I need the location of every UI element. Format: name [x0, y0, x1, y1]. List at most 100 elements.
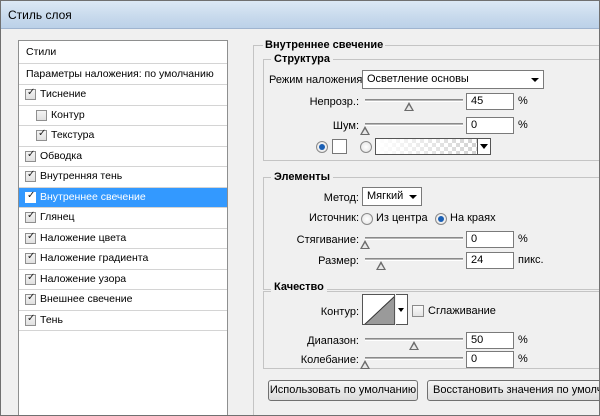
gradient-radio[interactable] — [360, 141, 372, 153]
jitter-input[interactable]: 0 — [466, 351, 514, 368]
style-item[interactable]: Тень — [19, 310, 227, 331]
style-item[interactable]: Внутренняя тень — [19, 167, 227, 188]
range-input[interactable]: 50 — [466, 332, 514, 349]
style-item-checkbox[interactable] — [36, 109, 47, 121]
noise-input[interactable]: 0 — [466, 117, 514, 134]
chevron-down-icon — [531, 78, 539, 82]
choke-value: 0 — [471, 233, 478, 245]
styles-header[interactable]: Стили — [19, 41, 227, 64]
chevron-down-icon — [409, 195, 417, 199]
source-edge-label[interactable]: На краях — [450, 212, 496, 224]
source-center-label[interactable]: Из центра — [376, 212, 428, 224]
choke-label: Стягивание: — [296, 234, 359, 246]
style-item-label: Внутреннее свечение — [40, 190, 146, 203]
contour-curve-icon — [364, 296, 394, 324]
noise-slider[interactable] — [365, 123, 463, 126]
source-edge-radio[interactable] — [435, 213, 447, 225]
style-item-checkbox[interactable] — [25, 149, 36, 162]
contour-label: Контур: — [320, 306, 359, 318]
opacity-slider-thumb[interactable] — [404, 102, 415, 111]
style-item-label: Обводка — [40, 149, 83, 162]
style-item-checkbox[interactable] — [25, 231, 36, 244]
style-item-checkbox[interactable] — [25, 87, 36, 100]
structure-title: Структура — [271, 53, 333, 65]
make-default-label: Использовать по умолчанию — [269, 384, 417, 396]
choke-unit: % — [518, 233, 528, 245]
style-item-label: Наложение градиента — [40, 252, 149, 264]
style-item[interactable]: Внешнее свечение — [19, 290, 227, 311]
range-slider-thumb[interactable] — [409, 341, 419, 350]
blend-mode-value: Осветление основы — [367, 73, 469, 85]
method-dropdown[interactable]: Мягкий — [362, 187, 422, 206]
source-center-radio[interactable] — [361, 213, 373, 225]
choke-slider[interactable] — [365, 237, 463, 240]
noise-value: 0 — [471, 119, 478, 131]
style-item-label: Наложение узора — [40, 272, 127, 285]
choke-slider-thumb[interactable] — [360, 240, 370, 249]
divider — [253, 45, 254, 415]
style-item-label: Внешнее свечение — [40, 293, 133, 305]
style-item[interactable]: Обводка — [19, 146, 227, 167]
noise-slider-thumb[interactable] — [360, 126, 370, 135]
range-unit: % — [518, 334, 528, 346]
opacity-unit: % — [518, 95, 528, 107]
jitter-label: Колебание: — [300, 354, 359, 366]
contour-picker-button[interactable] — [396, 294, 408, 325]
style-item-checkbox[interactable] — [25, 210, 36, 223]
style-item-checkbox[interactable] — [25, 292, 36, 305]
style-item[interactable]: Текстура — [19, 126, 227, 147]
styles-header-label: Стили — [26, 46, 57, 58]
style-item-checkbox[interactable] — [25, 272, 36, 285]
blending-options-label: Параметры наложения: по умолчанию — [26, 68, 214, 80]
reset-default-label: Восстановить значения по умолчанию — [433, 384, 599, 396]
style-item[interactable]: Глянец — [19, 208, 227, 229]
style-item-label: Текстура — [51, 129, 95, 141]
style-item-label: Наложение цвета — [40, 231, 127, 244]
range-value: 50 — [471, 334, 484, 346]
style-item[interactable]: Наложение узора — [19, 269, 227, 290]
method-value: Мягкий — [367, 190, 404, 202]
style-item-label: Контур — [51, 108, 85, 121]
size-input[interactable]: 24 — [466, 252, 514, 269]
make-default-button[interactable]: Использовать по умолчанию — [268, 380, 418, 401]
opacity-input[interactable]: 45 — [466, 93, 514, 110]
blend-mode-dropdown[interactable]: Осветление основы — [362, 70, 544, 89]
reset-default-button[interactable]: Восстановить значения по умолчанию — [427, 380, 599, 401]
style-item[interactable]: Контур — [19, 105, 227, 126]
style-item-checkbox[interactable] — [25, 169, 36, 182]
noise-label: Шум: — [332, 120, 359, 132]
gradient-picker-button[interactable] — [477, 139, 490, 154]
opacity-label: Непрозр.: — [309, 96, 359, 108]
window-title: Стиль слоя — [8, 8, 72, 22]
antialias-checkbox[interactable] — [412, 305, 424, 317]
style-item-checkbox[interactable] — [25, 251, 36, 264]
styles-list: Стили Параметры наложения: по умолчанию … — [18, 40, 228, 415]
style-item-label: Тень — [40, 313, 63, 326]
style-item-label: Глянец — [40, 211, 75, 223]
title-bar: Стиль слоя — [1, 1, 599, 29]
glow-color-swatch[interactable] — [332, 139, 347, 154]
jitter-value: 0 — [471, 353, 478, 365]
dialog-body: Стили Параметры наложения: по умолчанию … — [1, 29, 599, 415]
jitter-slider-thumb[interactable] — [360, 360, 370, 369]
size-unit: пикс. — [518, 254, 544, 266]
style-item-label: Тиснение — [40, 88, 87, 100]
blending-options-item[interactable]: Параметры наложения: по умолчанию — [19, 64, 227, 85]
antialias-label[interactable]: Сглаживание — [428, 305, 496, 317]
color-radio[interactable] — [316, 141, 328, 153]
style-item[interactable]: Тиснение — [19, 85, 227, 106]
style-item[interactable]: Наложение градиента — [19, 249, 227, 270]
style-item[interactable]: Внутреннее свечение — [19, 187, 227, 208]
panel-title: Внутреннее свечение — [263, 39, 386, 51]
style-item-checkbox[interactable] — [36, 128, 47, 141]
choke-input[interactable]: 0 — [466, 231, 514, 248]
size-slider-thumb[interactable] — [376, 261, 386, 270]
gradient-preview[interactable] — [375, 138, 491, 155]
contour-preview[interactable] — [362, 294, 395, 325]
size-label: Размер: — [318, 255, 359, 267]
style-item[interactable]: Наложение цвета — [19, 228, 227, 249]
jitter-slider[interactable] — [365, 357, 463, 360]
inner-glow-panel: Внутреннее свечение Структура Режим нало… — [241, 29, 599, 415]
style-item-checkbox[interactable] — [25, 313, 36, 326]
style-item-checkbox[interactable] — [25, 190, 36, 203]
